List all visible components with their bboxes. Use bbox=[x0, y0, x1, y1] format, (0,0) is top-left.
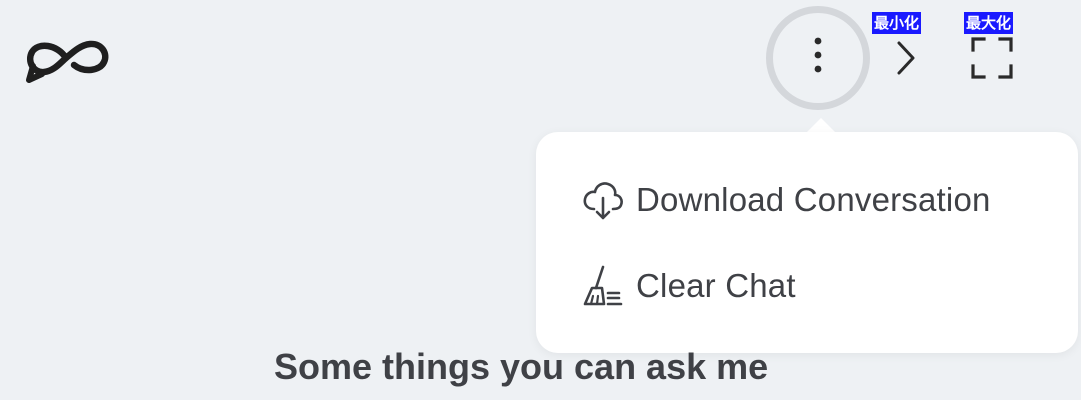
expand-corners-icon bbox=[970, 36, 1014, 85]
download-conversation-label: Download Conversation bbox=[636, 181, 991, 218]
chevron-right-icon bbox=[894, 38, 918, 83]
clear-chat-item[interactable]: Clear Chat bbox=[580, 256, 796, 316]
menu-pointer bbox=[806, 118, 836, 133]
more-options-button[interactable] bbox=[766, 6, 870, 110]
minimize-button[interactable] bbox=[882, 34, 930, 86]
suggestions-heading: Some things you can ask me bbox=[274, 346, 769, 387]
infinity-logo-icon bbox=[24, 30, 110, 86]
maximize-tooltip: 最大化 bbox=[964, 12, 1014, 34]
clear-chat-label: Clear Chat bbox=[636, 267, 796, 304]
maximize-button[interactable] bbox=[964, 34, 1020, 86]
cloud-download-icon bbox=[580, 177, 626, 223]
broom-icon bbox=[580, 263, 626, 309]
vertical-dots-icon bbox=[812, 36, 824, 81]
options-menu: Download Conversation Clear Chat bbox=[536, 132, 1078, 353]
minimize-tooltip: 最小化 bbox=[872, 12, 922, 34]
download-conversation-item[interactable]: Download Conversation bbox=[580, 170, 991, 230]
